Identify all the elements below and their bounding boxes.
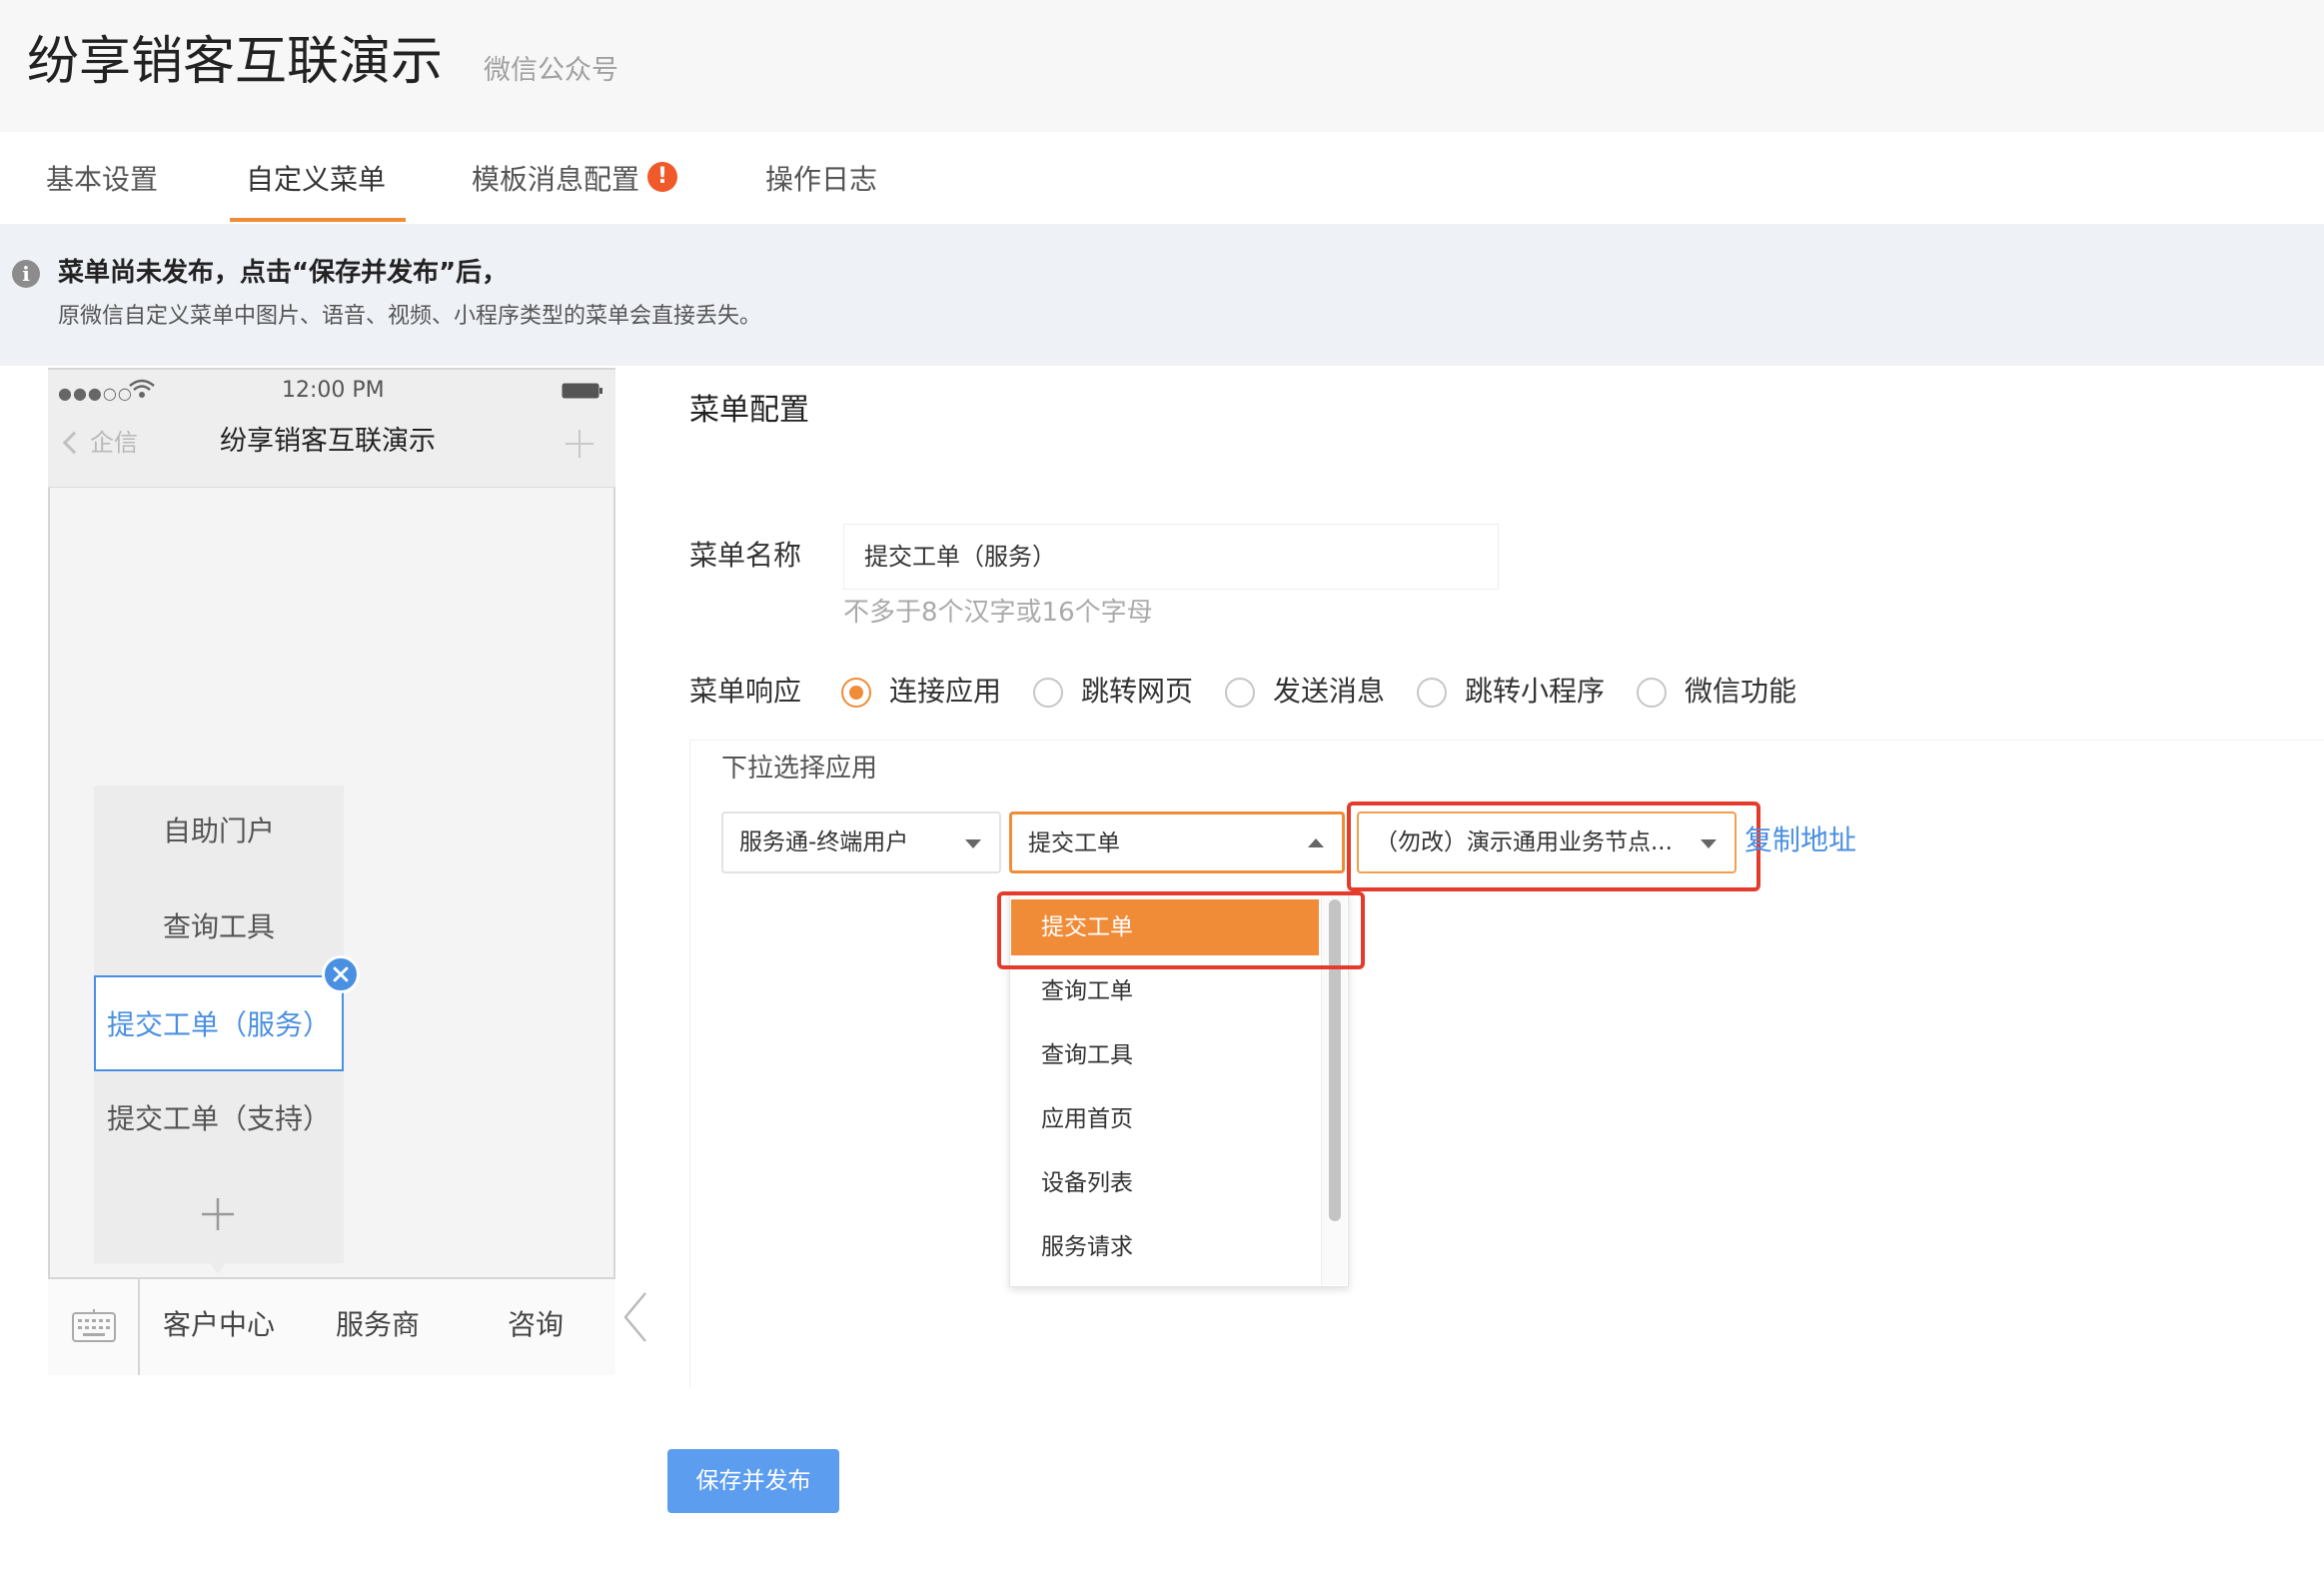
battery-icon <box>562 383 602 399</box>
radio-connect-app[interactable] <box>841 678 871 708</box>
tab-custom-menu[interactable]: 自定义菜单 <box>246 162 386 198</box>
keyboard-icon <box>72 1309 116 1342</box>
dropdown-option-query-ticket[interactable]: 查询工单 <box>1011 963 1319 1019</box>
radio-wechat-function[interactable] <box>1637 678 1667 708</box>
menu-name-label: 菜单名称 <box>689 539 802 572</box>
caret-up-icon <box>1308 838 1324 847</box>
dropdown-option-app-home[interactable]: 应用首页 <box>1011 1091 1319 1147</box>
menu-response-label: 菜单响应 <box>689 675 802 708</box>
radio-send-message[interactable] <box>1225 678 1255 708</box>
dropdown-option-query-tool[interactable]: 查询工具 <box>1011 1027 1319 1083</box>
page-select[interactable]: 提交工单 <box>1009 811 1345 873</box>
bottom-menu-customer-center[interactable]: 客户中心 <box>163 1305 275 1345</box>
submenu-item-submit-ticket-support[interactable]: 提交工单（支持） <box>94 1071 344 1167</box>
back-label: 企信 <box>90 429 138 457</box>
radio-label-connect-app[interactable]: 连接应用 <box>889 674 1001 710</box>
notice-title: 菜单尚未发布，点击“保存并发布”后， <box>58 258 509 288</box>
radio-label-mini-program[interactable]: 跳转小程序 <box>1465 674 1605 710</box>
page-header: 纷享销客互联演示 微信公众号 <box>0 0 2324 132</box>
info-icon: i <box>12 260 40 288</box>
tab-bar: 基本设置 自定义菜单 模板消息配置 操作日志 <box>0 132 2324 224</box>
status-time: 12:00 PM <box>282 378 385 403</box>
active-tab-indicator <box>230 218 406 222</box>
page-subtitle: 微信公众号 <box>484 55 618 86</box>
chevron-left-icon[interactable] <box>621 1291 649 1343</box>
radio-label-wechat-function[interactable]: 微信功能 <box>1685 674 1796 710</box>
highlight-box-dropdown-option <box>997 891 1365 969</box>
phone-title: 纷享销客互联演示 <box>220 426 436 457</box>
radio-label-jump-webpage[interactable]: 跳转网页 <box>1081 674 1193 710</box>
caret-down-icon <box>965 839 981 848</box>
menu-name-hint: 不多于8个汉字或16个字母 <box>843 598 1153 628</box>
radio-jump-webpage[interactable] <box>1033 678 1063 708</box>
app-select-title: 下拉选择应用 <box>721 754 878 784</box>
copy-address-link[interactable]: 复制地址 <box>1744 821 1856 859</box>
dropdown-option-service-request[interactable]: 服务请求 <box>1011 1219 1319 1275</box>
remove-icon[interactable] <box>322 955 360 993</box>
warning-badge-icon: ! <box>647 162 677 192</box>
config-title: 菜单配置 <box>689 393 809 428</box>
notice-banner <box>0 224 2324 366</box>
bottom-menu-service-provider[interactable]: 服务商 <box>336 1305 420 1345</box>
app-select-value: 服务通-终端用户 <box>739 829 909 855</box>
chevron-left-icon <box>62 431 86 455</box>
page-title: 纷享销客互联演示 <box>27 32 444 92</box>
tab-operation-log[interactable]: 操作日志 <box>765 162 877 198</box>
add-submenu-icon[interactable] <box>201 1197 235 1231</box>
bottom-menu-consult[interactable]: 咨询 <box>508 1305 564 1345</box>
page-select-value: 提交工单 <box>1028 830 1120 856</box>
signal-icon: ●●●○○ <box>58 384 133 403</box>
menu-name-input[interactable]: 提交工单（服务） <box>843 524 1499 590</box>
highlight-box-node-select <box>1347 801 1760 891</box>
tab-basic-settings[interactable]: 基本设置 <box>46 162 158 198</box>
plus-icon[interactable] <box>564 428 595 460</box>
submenu-pointer-icon <box>208 1261 228 1273</box>
app-select[interactable]: 服务通-终端用户 <box>721 811 1001 873</box>
submenu-item-self-service[interactable]: 自助门户 <box>94 784 344 879</box>
radio-mini-program[interactable] <box>1417 678 1447 708</box>
dropdown-option-device-list[interactable]: 设备列表 <box>1011 1155 1319 1211</box>
phone-back-button[interactable]: 企信 <box>62 426 138 460</box>
radio-label-send-message[interactable]: 发送消息 <box>1273 674 1385 710</box>
notice-description: 原微信自定义菜单中图片、语音、视频、小程序类型的菜单会直接丢失。 <box>58 304 762 329</box>
submenu-item-submit-ticket-service[interactable]: 提交工单（服务） <box>94 975 344 1071</box>
tab-template-message[interactable]: 模板消息配置 <box>472 162 639 198</box>
save-and-publish-button[interactable]: 保存并发布 <box>667 1449 839 1513</box>
wifi-icon <box>129 379 155 398</box>
submenu-item-query-tool[interactable]: 查询工具 <box>94 879 344 975</box>
